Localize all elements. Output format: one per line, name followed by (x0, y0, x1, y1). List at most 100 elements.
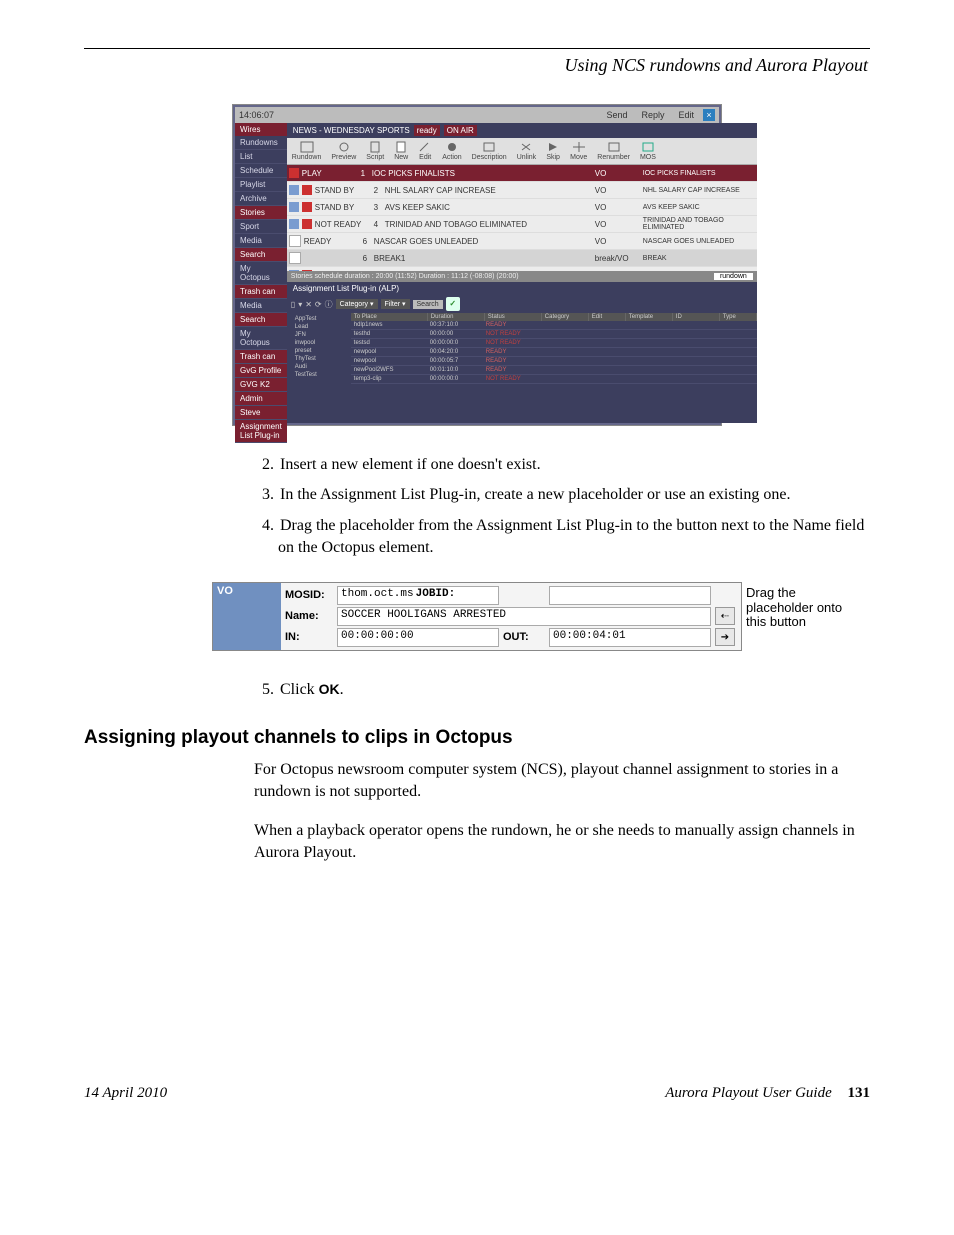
vo-label: VO (213, 583, 281, 650)
list-item[interactable]: newpool00:04:20:0READY (351, 348, 757, 357)
tb-action[interactable]: Action (437, 138, 466, 164)
drag-target-button[interactable]: ⇠ (715, 607, 735, 625)
alp-tree: AppTest Lead JFN inwpool preset ThyTest … (287, 313, 351, 423)
sidebar-item[interactable]: Media (235, 234, 287, 248)
sidebar-item[interactable]: My Octopus (235, 327, 287, 350)
sidebar-item[interactable]: My Octopus (235, 262, 287, 285)
sidebar-item[interactable]: Trash can (235, 350, 287, 364)
tb-renumber[interactable]: Renumber (592, 138, 635, 164)
new-icon[interactable]: ▯ (291, 300, 295, 309)
list-item[interactable]: newpool00:00:05:7READY (351, 357, 757, 366)
search-field[interactable]: Search (413, 300, 443, 309)
tree-item[interactable]: Lead (289, 323, 349, 331)
footer-date: 14 April 2010 (84, 1085, 167, 1102)
tree-item[interactable]: AppTest (289, 315, 349, 323)
filter-combo[interactable]: Filter ▾ (381, 299, 410, 309)
tb-move[interactable]: Move (565, 138, 592, 164)
check-icon[interactable]: ✓ (446, 297, 460, 311)
tb-description[interactable]: Description (467, 138, 512, 164)
name-value: SOCCER HOOLIGANS ARRESTED (337, 607, 711, 626)
out-label: OUT: (503, 631, 545, 643)
list-item[interactable]: newPool2WFS00:01:10:0READY (351, 366, 757, 375)
alp-toolbar: ▯ ▾ ✕ ⟳ ⓘ Category ▾ Filter ▾ Search ✓ (287, 295, 757, 313)
rundown-toolbar: Rundown Preview Script New Edit Action D… (287, 138, 757, 165)
tb-mos[interactable]: MOS (635, 138, 661, 164)
rundown-dropdown[interactable]: rundown (714, 273, 753, 280)
footer-page-number: 131 (848, 1085, 871, 1101)
close-icon[interactable]: × (703, 109, 715, 121)
table-row[interactable]: PLAY1IOC PICKS FINALISTSVOIOC PICKS FINA… (287, 165, 757, 182)
running-head: Using NCS rundowns and Aurora Playout (84, 55, 868, 76)
footer-guide: Aurora Playout User Guide (665, 1085, 832, 1101)
octopus-element-callout: VO MOSID: thom.oct.msJOBID: Name: SOCCER… (212, 582, 742, 651)
cancel-icon[interactable]: ✕ (305, 300, 312, 309)
sidebar-item[interactable]: Steve (235, 406, 287, 420)
tb-new[interactable]: New (389, 138, 413, 164)
sidebar-item[interactable]: Search (235, 248, 287, 262)
step-2: 2.Insert a new element if one doesn't ex… (254, 454, 870, 476)
sidebar-item[interactable]: Sport (235, 220, 287, 234)
arrow-button[interactable]: ➔ (715, 628, 735, 646)
paragraph-2: When a playback operator opens the rundo… (254, 820, 870, 865)
table-row[interactable]: STAND BY3AVS KEEP SAKICVOAVS KEEP SAKIC (287, 199, 757, 216)
tb-edit[interactable]: Edit (413, 138, 437, 164)
list-item[interactable]: hdlp1news00:37:10:0READY (351, 321, 757, 330)
out-value: 00:00:04:01 (549, 628, 711, 647)
list-item[interactable]: testhd00:00:00NOT READY (351, 330, 757, 339)
reply-button[interactable]: Reply (636, 109, 669, 121)
name-label: Name: (285, 610, 333, 622)
refresh-icon[interactable]: ⟳ (315, 300, 322, 309)
tb-skip[interactable]: Skip (541, 138, 565, 164)
in-value: 00:00:00:00 (337, 628, 499, 647)
sidebar-item[interactable]: Rundowns (235, 136, 287, 150)
clock-label: 14:06:07 (239, 110, 274, 120)
rundown-footer: Stories schedule duration : 20:00 (11:52… (287, 271, 757, 282)
tree-item[interactable]: TestTest (289, 371, 349, 379)
table-row[interactable]: NOT READY4TRINIDAD AND TOBAGO ELIMINATED… (287, 216, 757, 233)
sidebar-item[interactable]: Trash can (235, 285, 287, 299)
sidebar-item[interactable]: Assignment List Plug-in (235, 420, 287, 443)
table-row[interactable]: STAND BY2NHL SALARY CAP INCREASEVONHL SA… (287, 182, 757, 199)
mosid-value: thom.oct.msJOBID: (337, 586, 499, 605)
left-sidebar-upper: Wires Rundowns List Schedule Playlist Ar… (235, 123, 287, 423)
rundown-table: PLAY1IOC PICKS FINALISTSVOIOC PICKS FINA… (287, 165, 757, 271)
sidebar-item[interactable]: GVG K2 (235, 378, 287, 392)
sidebar-item[interactable]: Playlist (235, 178, 287, 192)
tree-item[interactable]: inwpool (289, 339, 349, 347)
in-label: IN: (285, 631, 333, 643)
sidebar-item[interactable]: Admin (235, 392, 287, 406)
sidebar-item[interactable]: GvG Profile (235, 364, 287, 378)
sidebar-item[interactable]: Schedule (235, 164, 287, 178)
section-heading: Assigning playout channels to clips in O… (84, 727, 870, 749)
tree-item[interactable]: preset (289, 347, 349, 355)
filter-icon[interactable]: ▾ (298, 300, 302, 309)
step-4: 4.Drag the placeholder from the Assignme… (254, 515, 870, 560)
sidebar-item[interactable]: Archive (235, 192, 287, 206)
rundown-panel-title: NEWS - WEDNESDAY SPORTS ready ON AIR (287, 123, 757, 138)
sidebar-item[interactable]: Media (235, 299, 287, 313)
tree-item[interactable]: ThyTest (289, 355, 349, 363)
step-3: 3.In the Assignment List Plug-in, create… (254, 484, 870, 506)
sidebar-item[interactable]: List (235, 150, 287, 164)
tb-rundown[interactable]: Rundown (287, 138, 327, 164)
info-icon[interactable]: ⓘ (325, 299, 333, 310)
send-button[interactable]: Send (601, 109, 632, 121)
sidebar-item-wires[interactable]: Wires (235, 123, 287, 136)
list-item[interactable]: temp3-clip00:00:00:0NOT READY (351, 375, 757, 384)
alp-grid: To Place Duration Status Category Edit T… (351, 313, 757, 423)
category-combo[interactable]: Category ▾ (336, 299, 378, 309)
tb-script[interactable]: Script (361, 138, 389, 164)
jobid-value (549, 586, 711, 605)
edit-button[interactable]: Edit (673, 109, 699, 121)
paragraph-1: For Octopus newsroom computer system (NC… (254, 759, 870, 804)
tb-preview[interactable]: Preview (326, 138, 361, 164)
tree-item[interactable]: JFN (289, 331, 349, 339)
sidebar-item[interactable]: Search (235, 313, 287, 327)
tree-item[interactable]: Audi (289, 363, 349, 371)
table-row[interactable]: 6BREAK1break/VOBREAK (287, 250, 757, 267)
tb-unlink[interactable]: Unlink (512, 138, 541, 164)
octopus-screenshot: 14:06:07 Send Reply Edit × Wires Rundown… (232, 104, 722, 426)
sidebar-item[interactable]: Stories (235, 206, 287, 220)
table-row[interactable]: READY6NASCAR GOES UNLEADEDVONASCAR GOES … (287, 233, 757, 250)
list-item[interactable]: testsd00:00:00:0NOT READY (351, 339, 757, 348)
